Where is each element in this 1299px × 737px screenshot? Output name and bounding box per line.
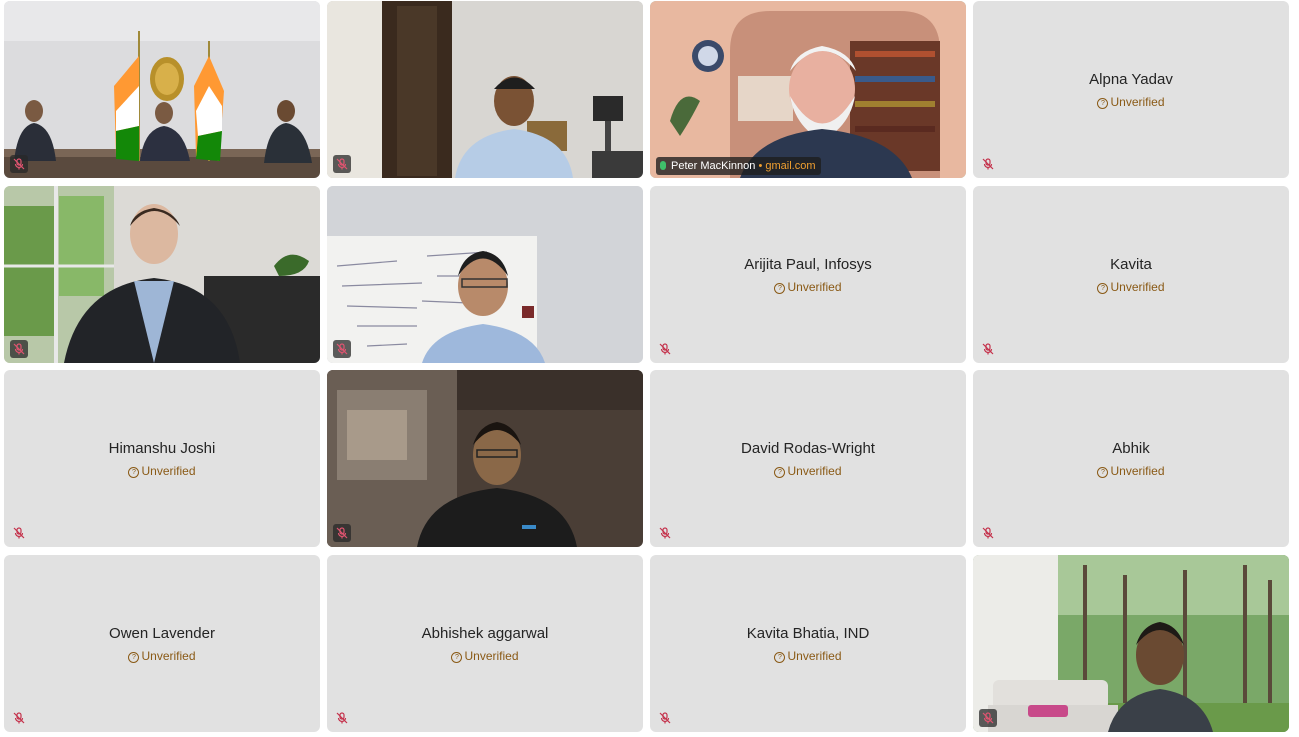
verification-status: ? Unverified [650, 464, 966, 478]
video-gallery: Peter MacKinnon • gmail.com Alpna Yadav … [0, 0, 1299, 737]
participant-tile-whiteboard[interactable] [327, 186, 643, 363]
verification-status: ? Unverified [973, 95, 1289, 109]
mic-off-icon [333, 155, 351, 173]
participant-tile-dark[interactable] [327, 370, 643, 547]
verification-status: ? Unverified [650, 649, 966, 663]
verification-status: ? Unverified [650, 280, 966, 294]
question-circle-icon: ? [128, 652, 140, 663]
mic-off-icon [10, 155, 28, 173]
participant-tile-owen[interactable]: Owen Lavender ? Unverified [4, 555, 320, 732]
video-feed [650, 1, 966, 178]
mic-off-icon [979, 155, 997, 173]
mic-off-icon [333, 709, 351, 727]
participant-tile-alpna[interactable]: Alpna Yadav ? Unverified [973, 1, 1289, 178]
mic-off-icon [10, 340, 28, 358]
participant-tile-office[interactable] [327, 1, 643, 178]
video-feed [4, 186, 320, 363]
participant-name: Peter MacKinnon [671, 160, 756, 172]
participant-tile-kavita[interactable]: Kavita ? Unverified [973, 186, 1289, 363]
participant-name: Owen Lavender [109, 625, 215, 642]
participant-name: Arijita Paul, Infosys [744, 256, 872, 273]
participant-name: Kavita [1110, 256, 1152, 273]
mic-off-icon [10, 709, 28, 727]
participant-name: Himanshu Joshi [108, 440, 216, 457]
video-feed [327, 186, 643, 363]
mic-off-icon [10, 524, 28, 542]
question-circle-icon: ? [774, 467, 786, 478]
participant-tile-room[interactable] [4, 1, 320, 178]
mic-off-icon [979, 709, 997, 727]
video-feed [4, 1, 320, 178]
participant-tile-peter[interactable]: Peter MacKinnon • gmail.com [650, 1, 966, 178]
email-domain: • gmail.com [755, 160, 816, 172]
participant-tile-david[interactable]: David Rodas-Wright ? Unverified [650, 370, 966, 547]
verification-status: ? Unverified [973, 464, 1289, 478]
participant-tile-arijita[interactable]: Arijita Paul, Infosys ? Unverified [650, 186, 966, 363]
question-circle-icon: ? [774, 652, 786, 663]
participant-tile-abhishek[interactable]: Abhishek aggarwal ? Unverified [327, 555, 643, 732]
participant-tile-himanshu[interactable]: Himanshu Joshi ? Unverified [4, 370, 320, 547]
participant-name: Abhishek aggarwal [421, 625, 549, 642]
mic-off-icon [656, 709, 674, 727]
mic-off-icon [333, 524, 351, 542]
verification-status: ? Unverified [327, 649, 643, 663]
participant-tile-abhik[interactable]: Abhik ? Unverified [973, 370, 1289, 547]
video-feed [327, 1, 643, 178]
participant-name: Kavita Bhatia, IND [746, 625, 870, 642]
participant-tile-kavita-bhatia[interactable]: Kavita Bhatia, IND ? Unverified [650, 555, 966, 732]
verification-status: ? Unverified [4, 649, 320, 663]
participant-tile-forest[interactable] [973, 555, 1289, 732]
participant-name: David Rodas-Wright [741, 440, 875, 457]
mic-off-icon [656, 340, 674, 358]
mic-off-icon [333, 340, 351, 358]
mic-icon [660, 161, 666, 170]
question-circle-icon: ? [451, 652, 463, 663]
participant-name: Alpna Yadav [1089, 71, 1173, 88]
question-circle-icon: ? [1097, 98, 1109, 109]
verification-status: ? Unverified [4, 464, 320, 478]
question-circle-icon: ? [774, 283, 786, 294]
question-circle-icon: ? [128, 467, 140, 478]
mic-off-icon [656, 524, 674, 542]
verification-status: ? Unverified [973, 280, 1289, 294]
participant-name-tag: Peter MacKinnon • gmail.com [656, 157, 822, 175]
question-circle-icon: ? [1097, 467, 1109, 478]
question-circle-icon: ? [1097, 283, 1109, 294]
mic-off-icon [979, 340, 997, 358]
video-feed [327, 370, 643, 547]
mic-off-icon [979, 524, 997, 542]
participant-tile-suit[interactable] [4, 186, 320, 363]
participant-name: Abhik [1112, 440, 1150, 457]
video-feed [973, 555, 1289, 732]
